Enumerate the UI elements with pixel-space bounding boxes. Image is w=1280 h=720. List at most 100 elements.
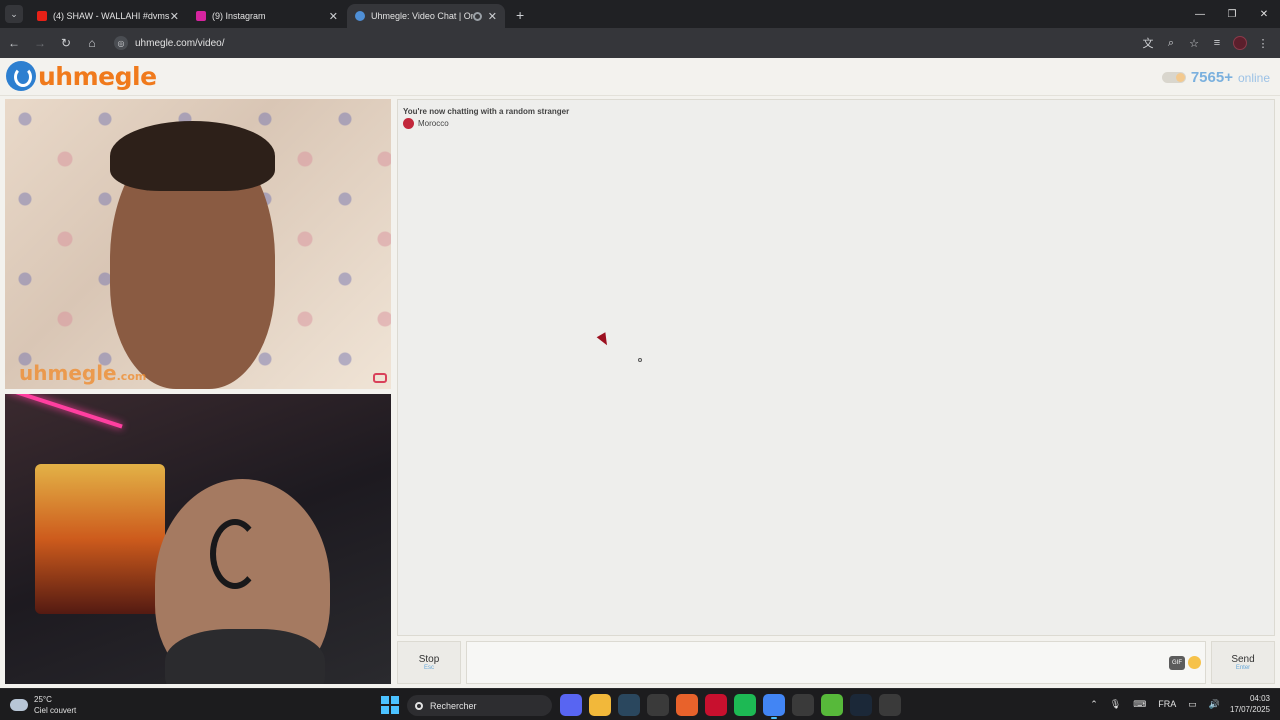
stop-label: Stop (418, 654, 440, 665)
close-icon[interactable]: ✕ (488, 10, 497, 23)
microphone-icon[interactable]: 🎙 (1110, 699, 1121, 710)
close-icon[interactable]: ✕ (329, 10, 338, 23)
tab-strip: ⌄ (4) SHAW - WALLAHI #dvmsho ✕ (9) Insta… (0, 0, 1280, 28)
tab-youtube[interactable]: (4) SHAW - WALLAHI #dvmsho ✕ (29, 4, 187, 28)
reload-icon[interactable]: ↻ (54, 31, 78, 55)
tab-uhmegle[interactable]: Uhmegle: Video Chat | Ome ✕ (347, 4, 505, 28)
loader-icon[interactable] (879, 694, 901, 716)
tab-instagram[interactable]: (9) Instagram ✕ (188, 4, 346, 28)
site-info-icon[interactable]: ◎ (114, 36, 128, 50)
toolbar-actions: 文 ⌕ ☆ ≡ ⋮ (1136, 32, 1274, 54)
online-label: online (1237, 70, 1270, 85)
instagram-icon (196, 11, 206, 21)
tab-title: (4) SHAW - WALLAHI #dvmsho (53, 11, 170, 21)
message-input[interactable]: GIF (466, 641, 1206, 684)
stop-hint: Esc (423, 665, 434, 671)
steam-icon-2[interactable] (850, 694, 872, 716)
close-icon[interactable]: ✕ (170, 10, 179, 23)
report-icon[interactable] (373, 373, 387, 383)
logo-text: uhmegle (38, 61, 157, 91)
weather-desc: Ciel couvert (34, 706, 77, 715)
volume-icon[interactable]: 🔊 (1209, 699, 1220, 710)
taskbar-search[interactable]: Rechercher (407, 695, 552, 716)
zoom-icon[interactable]: ⌕ (1160, 32, 1182, 54)
chat-status: You're now chatting with a random strang… (403, 107, 570, 116)
language-indicator[interactable]: FRA (1158, 699, 1176, 709)
recording-icon (472, 11, 482, 21)
kebab-menu-icon[interactable]: ⋮ (1252, 32, 1274, 54)
chevron-up-icon[interactable]: ⌃ (1090, 699, 1098, 710)
stranger-country: Morocco (403, 118, 449, 129)
morocco-flag-icon (403, 118, 414, 129)
search-icon (415, 701, 423, 710)
app-red-icon[interactable] (705, 694, 727, 716)
forward-icon[interactable]: → (28, 31, 52, 55)
send-hint: Enter (1235, 665, 1251, 671)
video-watermark: uhmegle.com (19, 361, 146, 385)
country-name: Morocco (418, 119, 449, 128)
display-icon[interactable]: ▭ (1188, 699, 1197, 710)
tab-title: Uhmegle: Video Chat | Ome (371, 11, 473, 21)
uhmegle-icon (355, 11, 365, 21)
window-controls: — ❐ ✕ (1184, 0, 1280, 28)
neon-light (7, 394, 123, 429)
window-icon[interactable] (792, 694, 814, 716)
cloud-icon (10, 699, 28, 711)
keyboard-icon[interactable]: ⌨ (1133, 699, 1146, 710)
youtube-icon (37, 11, 47, 21)
minimize-icon[interactable]: — (1184, 0, 1216, 28)
browser-toolbar: ← → ↻ ⌂ ◎ uhmegle.com/video/ 文 ⌕ ☆ ≡ ⋮ (0, 28, 1280, 58)
self-video (5, 394, 391, 684)
watermark-suffix: .com (116, 370, 147, 383)
clock-date: 17/07/2025 (1229, 705, 1270, 714)
steam-icon[interactable] (618, 694, 640, 716)
site-logo[interactable]: uhmegle (6, 61, 157, 91)
clock-time: 04:03 (1249, 694, 1270, 703)
chrome-icon[interactable] (763, 694, 785, 719)
stranger-person (110, 121, 275, 389)
online-count: 7565+ (1190, 69, 1233, 86)
spotify-icon[interactable] (734, 694, 756, 716)
gif-button[interactable]: GIF (1169, 656, 1185, 670)
media-controls-icon[interactable]: ≡ (1206, 32, 1228, 54)
start-windows-icon[interactable] (381, 696, 399, 714)
stranger-video: uhmegle.com (5, 99, 391, 389)
watermark-text: uhmegle (19, 361, 117, 385)
taskbar-apps (560, 694, 908, 719)
chat-log: You're now chatting with a random strang… (397, 99, 1275, 636)
file-explorer-icon[interactable] (589, 694, 611, 716)
headset (210, 519, 260, 589)
fireplace-screen (35, 464, 165, 614)
affinity-icon[interactable] (676, 694, 698, 716)
uhmegle-page: uhmegle 7565+ online uhmegle.com You're … (0, 58, 1280, 688)
weather-widget[interactable]: 25°C Ciel couvert (10, 694, 76, 716)
profile-avatar[interactable] (1229, 32, 1251, 54)
openai-icon[interactable] (647, 694, 669, 716)
close-window-icon[interactable]: ✕ (1248, 0, 1280, 28)
site-header: uhmegle 7565+ online (0, 58, 1280, 96)
theme-toggle[interactable] (1161, 72, 1186, 83)
restore-icon[interactable]: ❐ (1216, 0, 1248, 28)
url-text: uhmegle.com/video/ (135, 37, 225, 49)
emoji-icon[interactable] (1188, 656, 1201, 669)
home-icon[interactable]: ⌂ (80, 31, 104, 55)
chat-controls: Stop Esc GIF Send Enter (397, 641, 1275, 684)
clock[interactable]: 04:03 17/07/2025 (1230, 693, 1270, 715)
new-tab-button[interactable]: + (516, 7, 524, 23)
send-button[interactable]: Send Enter (1211, 641, 1275, 684)
cursor-ring-icon (638, 358, 642, 362)
system-tray: ⌃ 🎙 ⌨ FRA ▭ 🔊 04:03 17/07/2025 (1078, 693, 1270, 715)
tab-search-button[interactable]: ⌄ (5, 5, 23, 23)
back-icon[interactable]: ← (2, 31, 26, 55)
taskbar: 25°C Ciel couvert Rechercher ⌃ 🎙 ⌨ FRA ▭… (0, 688, 1280, 720)
green-arrow-icon[interactable] (821, 694, 843, 716)
bookmark-star-icon[interactable]: ☆ (1183, 32, 1205, 54)
search-placeholder: Rechercher (430, 700, 477, 711)
address-bar[interactable]: ◎ uhmegle.com/video/ (114, 32, 1136, 54)
online-counter: 7565+ online (1161, 69, 1270, 86)
discord-icon[interactable] (560, 694, 582, 716)
stop-button[interactable]: Stop Esc (397, 641, 461, 684)
weather-temp: 25°C (34, 695, 52, 704)
translate-icon[interactable]: 文 (1137, 32, 1159, 54)
logo-chat-bubble-icon (6, 61, 36, 91)
